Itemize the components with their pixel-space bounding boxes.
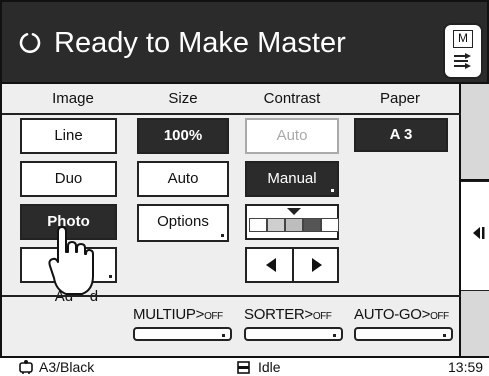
size-label: 100%: [163, 127, 203, 144]
more-options-marker: [331, 189, 334, 192]
machine-state-label: Idle: [258, 359, 281, 375]
image-mode-add-button[interactable]: Ad d: [20, 247, 117, 305]
side-panel-top: [461, 84, 489, 181]
paper-ink-status: A3/Black: [18, 359, 94, 375]
column-header-contrast: Contrast: [263, 90, 321, 107]
multiup-toggle-button[interactable]: [133, 327, 232, 341]
triangle-right-icon: [312, 258, 322, 272]
image-mode-label: Line: [54, 127, 83, 144]
paper-ink-label: A3/Black: [39, 359, 95, 375]
size-options-button[interactable]: Options: [137, 204, 229, 242]
contrast-level-cell: [303, 218, 321, 232]
image-mode-line-button[interactable]: Line: [20, 118, 117, 154]
column-header-paper: Paper: [379, 90, 421, 107]
paper-size-display[interactable]: A 3: [354, 118, 448, 152]
size-label: Options: [157, 213, 209, 230]
more-options-marker: [443, 334, 446, 337]
column-header-image: Image: [52, 90, 94, 107]
paper-size-label: A 3: [389, 126, 413, 143]
more-options-marker: [333, 334, 336, 337]
auto-go-label: AUTO-GO>OFF: [354, 306, 449, 323]
arrow-separator: [292, 249, 294, 281]
power-ring-icon: [19, 33, 41, 54]
more-options-marker: [221, 234, 224, 237]
triangle-left-icon: [266, 258, 276, 272]
contrast-level-pointer: [287, 208, 301, 215]
size-auto-button[interactable]: Auto: [137, 161, 229, 197]
contrast-manual-label: Manual: [267, 170, 317, 187]
contrast-level-cell: [285, 218, 303, 232]
machine-state: Idle: [237, 359, 281, 375]
contrast-adjust-group: [245, 247, 339, 283]
image-mode-label: Duo: [54, 170, 83, 187]
master-mode-button[interactable]: M: [443, 23, 483, 79]
contrast-level-meter: [245, 204, 339, 240]
title-group: Ready to Make Master: [18, 22, 346, 64]
sorter-toggle-button[interactable]: [244, 327, 343, 341]
more-options-marker: [109, 275, 112, 278]
side-panel-bottom: [461, 291, 489, 356]
size-100-button[interactable]: 100%: [137, 118, 229, 154]
image-mode-duo-button[interactable]: Duo: [20, 161, 117, 197]
settings-panel: Image Size Contrast Paper Line Duo Photo…: [0, 84, 461, 356]
header-divider: [2, 113, 461, 115]
clock: 13:59: [448, 359, 484, 375]
contrast-manual-button[interactable]: Manual: [245, 161, 339, 197]
drum-icon: [19, 360, 33, 374]
printer-icon: [237, 360, 250, 374]
page-title: Ready to Make Master: [54, 26, 346, 59]
contrast-increase-button[interactable]: [297, 254, 335, 276]
size-label: Auto: [167, 170, 199, 187]
contrast-auto-button[interactable]: Auto: [245, 118, 339, 154]
contrast-level-cell: [249, 218, 267, 232]
side-panel-tab[interactable]: [461, 181, 489, 291]
image-mode-photo-button[interactable]: Photo: [20, 204, 117, 240]
status-bar: A3/Black Idle 13:59: [0, 356, 489, 376]
column-header-size: Size: [168, 90, 198, 107]
more-options-marker: [222, 334, 225, 337]
contrast-decrease-button[interactable]: [253, 254, 291, 276]
sorter-label: SORTER>OFF: [244, 306, 332, 323]
auto-go-toggle-button[interactable]: [354, 327, 453, 341]
master-mode-letter: M: [453, 30, 473, 48]
toggle-divider: [2, 295, 461, 297]
header-bar: Ready to Make Master M: [0, 0, 489, 84]
contrast-auto-label: Auto: [276, 127, 308, 144]
side-arrow-icon: [473, 227, 485, 239]
multiup-label: MULTIUP>OFF: [133, 306, 223, 323]
master-mode-icon: [454, 53, 471, 69]
image-mode-label: Photo: [47, 213, 90, 230]
contrast-level-cell: [321, 218, 339, 232]
contrast-level-cell: [267, 218, 285, 232]
